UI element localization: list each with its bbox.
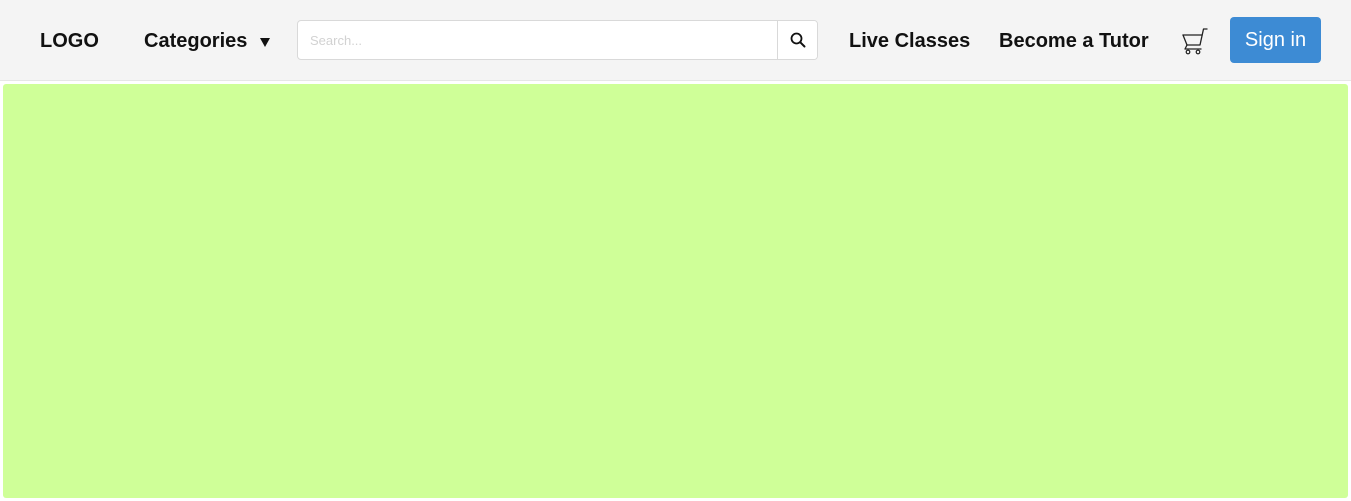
search-input[interactable] [298, 21, 778, 59]
nav-link-become-a-tutor[interactable]: Become a Tutor [999, 29, 1149, 53]
search-button[interactable] [777, 21, 817, 59]
search-bar [297, 20, 818, 60]
categories-dropdown[interactable]: Categories [144, 29, 271, 53]
caret-down-icon [260, 37, 271, 47]
logo[interactable]: LOGO [40, 29, 99, 53]
sign-in-button[interactable]: Sign in [1230, 17, 1321, 63]
cart-button[interactable] [1180, 26, 1210, 56]
hero-banner [3, 84, 1348, 498]
search-icon [790, 32, 805, 48]
nav-link-live-classes[interactable]: Live Classes [849, 29, 970, 53]
categories-label: Categories [144, 30, 248, 52]
top-navbar: LOGO Categories Live Classes Become a Tu… [0, 0, 1351, 81]
cart-icon [1182, 28, 1208, 55]
